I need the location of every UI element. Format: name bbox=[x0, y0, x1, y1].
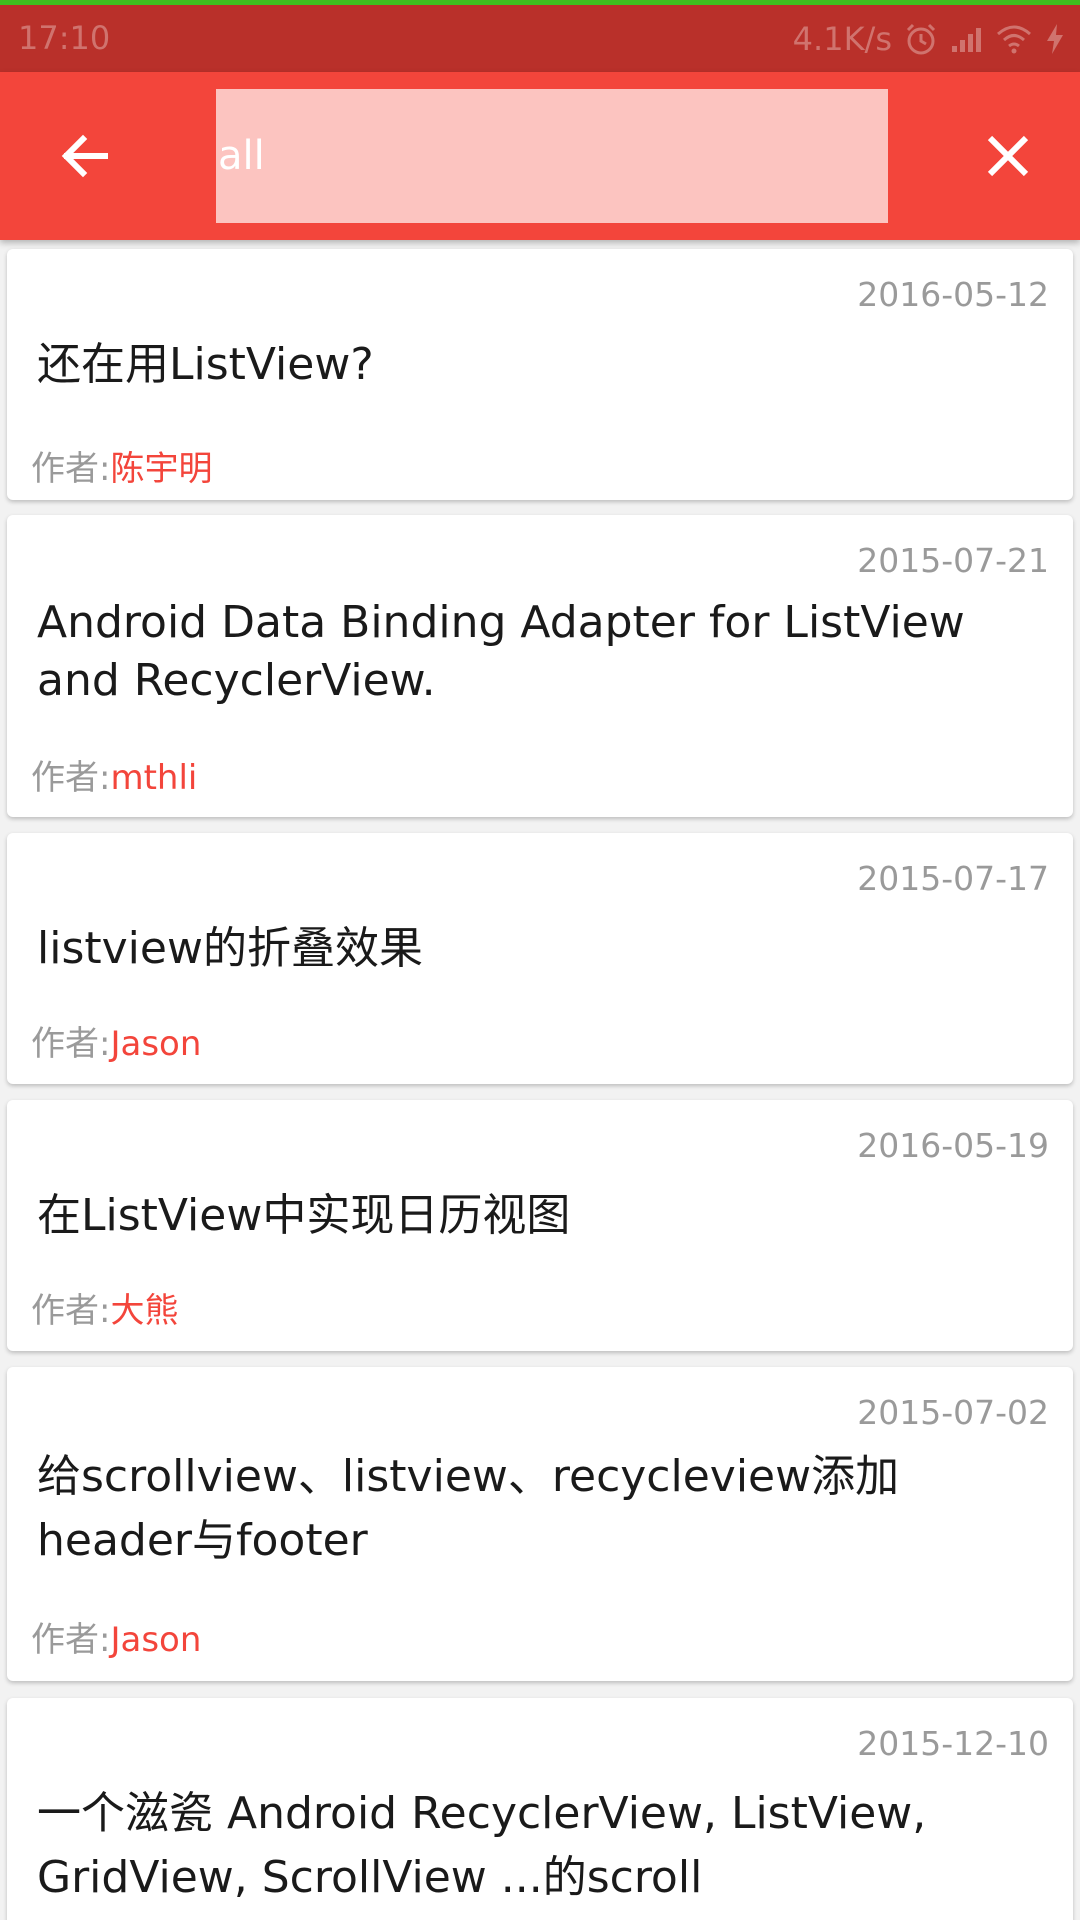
result-title: 在ListView中实现日历视图 bbox=[37, 1190, 571, 1241]
back-button[interactable] bbox=[40, 112, 128, 200]
author-name[interactable]: 陈宇明 bbox=[110, 449, 212, 489]
result-card[interactable]: 2015-07-21 Android Data Binding Adapter … bbox=[7, 515, 1073, 817]
author-label: 作者: bbox=[31, 449, 111, 489]
result-card[interactable]: 2016-05-19 在ListView中实现日历视图 作者:大熊 bbox=[7, 1100, 1073, 1351]
result-date: 2015-07-02 bbox=[857, 1393, 1049, 1432]
result-author: 作者:Jason bbox=[31, 1612, 201, 1661]
author-label: 作者: bbox=[31, 758, 111, 798]
result-title: 还在用ListView? bbox=[37, 339, 374, 390]
result-card[interactable]: 2015-12-10 一个滋瓷 Android RecyclerView, Li… bbox=[7, 1698, 1073, 1920]
author-label: 作者: bbox=[31, 1024, 111, 1064]
result-author: 作者:Jason bbox=[31, 1016, 201, 1065]
result-title: Android Data Binding Adapter for ListVie… bbox=[37, 597, 965, 706]
result-card[interactable]: 2016-05-12 还在用ListView? 作者:陈宇明 bbox=[7, 249, 1073, 500]
result-date: 2015-07-21 bbox=[857, 541, 1049, 580]
search-results-list[interactable]: 2016-05-12 还在用ListView? 作者:陈宇明 2015-07-2… bbox=[0, 240, 1080, 1920]
alarm-icon bbox=[904, 22, 938, 56]
result-author: 作者:mthli bbox=[31, 750, 197, 799]
result-author: 作者:大熊 bbox=[31, 1283, 178, 1332]
wifi-icon bbox=[996, 24, 1032, 54]
result-title: 一个滋瓷 Android RecyclerView, ListView, Gri… bbox=[37, 1788, 927, 1903]
status-indicators: 4.1K/s bbox=[793, 15, 1066, 63]
result-date: 2016-05-19 bbox=[857, 1126, 1049, 1165]
close-icon bbox=[987, 135, 1029, 177]
status-time: 17:10 bbox=[18, 19, 111, 57]
author-name[interactable]: Jason bbox=[110, 1620, 201, 1660]
charging-icon bbox=[1044, 22, 1066, 56]
search-toolbar bbox=[0, 72, 1080, 240]
result-card[interactable]: 2015-07-17 listview的折叠效果 作者:Jason bbox=[7, 833, 1073, 1084]
result-title: 给scrollview、listview、recycleview添加header… bbox=[37, 1451, 900, 1566]
author-name[interactable]: Jason bbox=[110, 1024, 201, 1064]
result-date: 2016-05-12 bbox=[857, 275, 1049, 314]
result-date: 2015-07-17 bbox=[857, 859, 1049, 898]
author-name[interactable]: 大熊 bbox=[110, 1291, 178, 1331]
result-title: listview的折叠效果 bbox=[37, 923, 423, 974]
result-card[interactable]: 2015-07-02 给scrollview、listview、recyclev… bbox=[7, 1367, 1073, 1681]
arrow-left-icon bbox=[61, 134, 108, 178]
result-author: 作者:陈宇明 bbox=[31, 441, 212, 490]
network-speed: 4.1K/s bbox=[792, 20, 892, 58]
status-bar: 17:10 4.1K/s bbox=[0, 5, 1080, 72]
result-date: 2015-12-10 bbox=[857, 1724, 1049, 1763]
clear-search-button[interactable] bbox=[964, 112, 1052, 200]
search-input[interactable] bbox=[216, 89, 888, 223]
author-label: 作者: bbox=[31, 1620, 111, 1660]
signal-icon bbox=[950, 24, 984, 54]
author-name[interactable]: mthli bbox=[110, 758, 197, 798]
author-label: 作者: bbox=[31, 1291, 111, 1331]
